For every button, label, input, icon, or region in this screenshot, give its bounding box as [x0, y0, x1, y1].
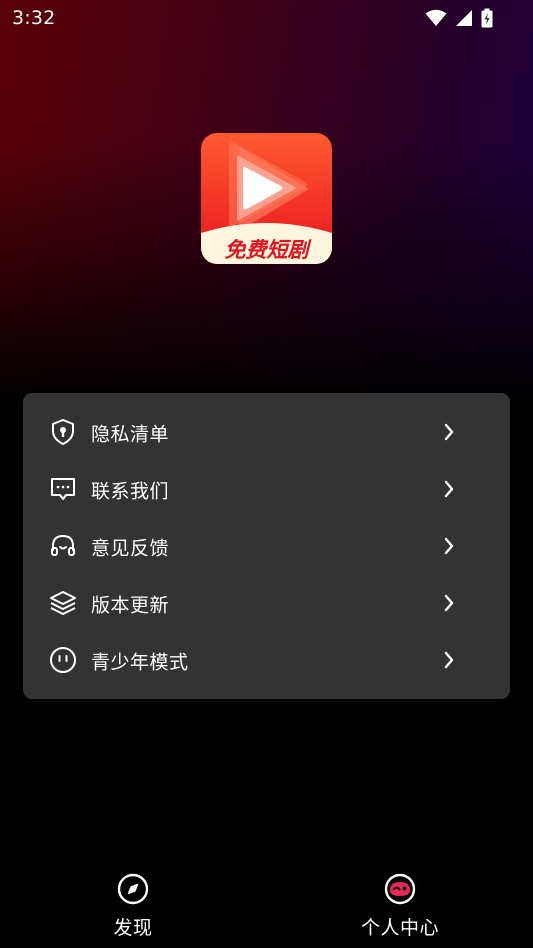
status-bar: 3:32 [0, 0, 533, 36]
menu-item-contact-us[interactable]: 联系我们 [23, 461, 510, 518]
nav-tab-personal-center[interactable]: 个人中心 [340, 872, 460, 948]
status-icons [425, 8, 493, 28]
menu-item-version-update[interactable]: 版本更新 [23, 575, 510, 632]
menu-item-feedback[interactable]: 意见反馈 [23, 518, 510, 575]
nav-tab-label: 个人中心 [360, 917, 439, 939]
layers-icon [48, 588, 78, 618]
chat-bubble-icon [48, 474, 78, 504]
menu-item-teen-mode[interactable]: 青少年模式 [23, 632, 510, 689]
status-time: 3:32 [12, 7, 56, 29]
battery-charging-icon [481, 8, 493, 28]
profile-face-icon [384, 873, 416, 905]
menu-item-label: 隐私清单 [91, 423, 170, 445]
nav-tab-discover[interactable]: 发现 [73, 872, 193, 948]
nav-tab-label: 发现 [113, 917, 153, 939]
menu-item-label: 联系我们 [91, 480, 170, 502]
menu-item-label: 青少年模式 [91, 651, 189, 673]
cellular-signal-icon [456, 10, 472, 26]
shield-lock-icon [48, 417, 78, 447]
app-logo: 免费短剧 [201, 133, 332, 264]
chevron-right-icon [444, 537, 454, 555]
menu-item-privacy-list[interactable]: 隐私清单 [23, 404, 510, 461]
settings-menu: 隐私清单 联系我们 意见反馈 版本更新 青少年模式 [23, 393, 510, 699]
chevron-right-icon [444, 594, 454, 612]
headset-icon [48, 531, 78, 561]
bottom-navigation: 发现 个人中心 [0, 860, 533, 948]
app-logo-text: 免费短剧 [225, 238, 313, 262]
menu-item-label: 意见反馈 [91, 537, 170, 559]
chevron-right-icon [444, 480, 454, 498]
menu-item-label: 版本更新 [91, 594, 170, 616]
wifi-icon [425, 9, 447, 26]
chevron-right-icon [444, 423, 454, 441]
chevron-right-icon [444, 651, 454, 669]
compass-icon [117, 873, 149, 905]
teen-mode-face-icon [48, 645, 78, 675]
